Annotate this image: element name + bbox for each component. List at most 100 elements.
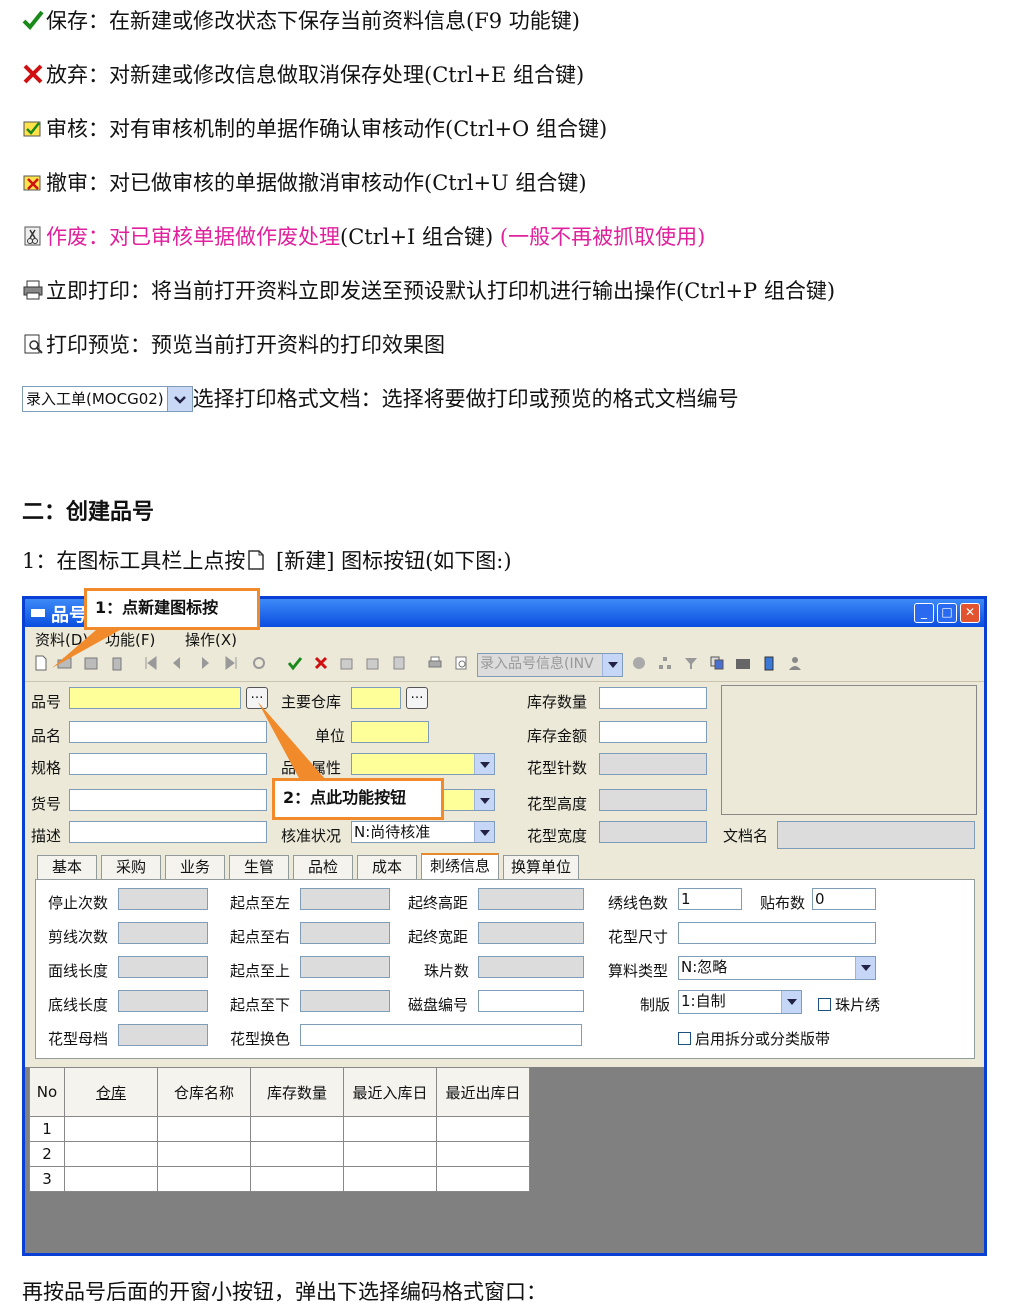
item-no-input[interactable]	[69, 687, 241, 709]
stitch-count-input[interactable]	[599, 753, 707, 775]
window-menu-icon[interactable]	[31, 609, 45, 617]
description-input[interactable]	[69, 821, 267, 843]
red-x-icon	[23, 64, 43, 84]
tab-cost[interactable]: 成本	[357, 855, 417, 879]
next-record-icon[interactable]	[197, 655, 213, 671]
table-row[interactable]: 2	[29, 1141, 530, 1167]
item-attr-select[interactable]	[351, 753, 495, 775]
minimize-button[interactable]: _	[914, 603, 934, 623]
unapprove-stamp-icon[interactable]	[365, 655, 381, 671]
filter-icon[interactable]	[683, 655, 699, 671]
format-doc-select[interactable]: 录入工单(MOCG02)	[22, 386, 193, 412]
void-scissors-icon[interactable]	[391, 655, 407, 671]
approve-stamp-icon[interactable]	[339, 655, 355, 671]
disk-no-input[interactable]	[478, 990, 584, 1012]
chevron-down-icon[interactable]	[602, 654, 622, 676]
tab-basic[interactable]: 基本	[37, 855, 97, 879]
folder-stack-icon[interactable]	[735, 655, 751, 671]
unit-input[interactable]	[351, 721, 429, 743]
pattern-width-input[interactable]	[599, 821, 707, 843]
main-warehouse-input[interactable]	[351, 687, 401, 709]
plate-making-select[interactable]: 1:自制	[678, 990, 802, 1014]
toolbar-format-select[interactable]: 录入品号信息(INV	[477, 653, 623, 677]
copy-icon[interactable]	[709, 655, 725, 671]
start-right-input[interactable]	[300, 922, 390, 944]
tab-production[interactable]: 生管	[229, 855, 289, 879]
warehouse-lookup-button[interactable]: …	[406, 687, 428, 709]
previous-record-icon[interactable]	[169, 655, 185, 671]
start-end-width-input[interactable]	[478, 922, 584, 944]
globe-icon[interactable]	[631, 655, 647, 671]
tab-purchase[interactable]: 采购	[101, 855, 161, 879]
menu-operation[interactable]: 操作(X)	[185, 629, 237, 650]
print-preview-icon[interactable]	[453, 655, 469, 671]
patch-count-input[interactable]: 0	[812, 888, 876, 910]
menu-data[interactable]: 资料(D)	[35, 629, 88, 650]
item-no-lookup-button[interactable]: …	[246, 687, 268, 709]
hierarchy-icon[interactable]	[657, 655, 673, 671]
start-end-height-input[interactable]	[478, 888, 584, 910]
grid-header-warehouse[interactable]: 仓库	[64, 1067, 158, 1117]
grid-header-stock-qty[interactable]: 库存数量	[250, 1067, 344, 1117]
thread-colors-input[interactable]: 1	[678, 888, 742, 910]
start-right-label: 起点至右	[230, 928, 291, 946]
stop-count-input[interactable]	[118, 888, 208, 910]
chevron-down-icon[interactable]	[781, 991, 801, 1013]
menu-function[interactable]: 功能(F)	[105, 629, 155, 650]
grid-header-last-out[interactable]: 最近出库日	[436, 1067, 530, 1117]
tab-embroidery[interactable]: 刺绣信息	[421, 853, 499, 879]
pattern-height-input[interactable]	[599, 789, 707, 811]
checkmark-icon[interactable]	[287, 655, 303, 671]
approve-status-select[interactable]: N:尚待核准	[351, 821, 495, 843]
tab-conversion[interactable]: 换算单位	[503, 855, 579, 879]
delete-icon[interactable]	[109, 655, 125, 671]
user-icon[interactable]	[787, 655, 803, 671]
battery-icon[interactable]	[761, 655, 777, 671]
pattern-size-input[interactable]	[678, 922, 876, 944]
goods-no-input[interactable]	[69, 789, 267, 811]
void-line: 作废：对已审核单据做作废处理(Ctrl+I 组合键) (一般不再被抓取使用)	[22, 224, 705, 250]
trim-count-input[interactable]	[118, 922, 208, 944]
pattern-height-label: 花型高度	[527, 795, 588, 813]
chevron-down-icon[interactable]	[474, 790, 494, 810]
spec-input[interactable]	[69, 753, 267, 775]
first-record-icon[interactable]	[143, 655, 159, 671]
start-top-input[interactable]	[300, 956, 390, 978]
new-icon[interactable]	[33, 655, 49, 671]
sequin-count-input[interactable]	[478, 956, 584, 978]
start-top-label: 起点至上	[230, 962, 291, 980]
open-folder-icon[interactable]	[57, 655, 73, 671]
chevron-down-icon[interactable]	[166, 387, 192, 411]
enable-split-checkbox[interactable]: 启用拆分或分类版带	[678, 1028, 830, 1049]
chevron-down-icon[interactable]	[474, 822, 494, 842]
table-row[interactable]: 1	[29, 1116, 530, 1142]
table-row[interactable]: 3	[29, 1166, 530, 1192]
grid-header-last-in[interactable]: 最近入库日	[343, 1067, 437, 1117]
edit-icon[interactable]	[83, 655, 99, 671]
maximize-button[interactable]: □	[937, 603, 957, 623]
embroidery-panel: 停止次数 剪线次数 面线长度 底线长度 花型母档 起点至左 起点至右 起点至上 …	[35, 879, 975, 1059]
doc-name-input[interactable]	[777, 821, 975, 849]
last-record-icon[interactable]	[223, 655, 239, 671]
chevron-down-icon[interactable]	[474, 754, 494, 774]
start-left-input[interactable]	[300, 888, 390, 910]
tab-business[interactable]: 业务	[165, 855, 225, 879]
pattern-master-input[interactable]	[118, 1024, 208, 1046]
chevron-down-icon[interactable]	[855, 957, 875, 979]
printer-icon[interactable]	[427, 655, 443, 671]
bobbin-length-input[interactable]	[118, 990, 208, 1012]
start-bottom-input[interactable]	[300, 990, 390, 1012]
red-x-icon[interactable]	[313, 655, 329, 671]
close-button[interactable]: ✕	[960, 603, 980, 623]
calc-type-select[interactable]: N:忽略	[678, 956, 876, 980]
sequin-embroidery-checkbox[interactable]: 珠片绣	[818, 994, 880, 1015]
stock-qty-input[interactable]	[599, 687, 707, 709]
item-name-label: 品名	[31, 727, 62, 745]
pattern-color-change-input[interactable]	[300, 1024, 582, 1046]
stock-amount-input[interactable]	[599, 721, 707, 743]
grid-header-warehouse-name[interactable]: 仓库名称	[157, 1067, 251, 1117]
refresh-icon[interactable]	[251, 655, 267, 671]
tab-quality[interactable]: 品检	[293, 855, 353, 879]
top-thread-length-input[interactable]	[118, 956, 208, 978]
item-name-input[interactable]	[69, 721, 267, 743]
